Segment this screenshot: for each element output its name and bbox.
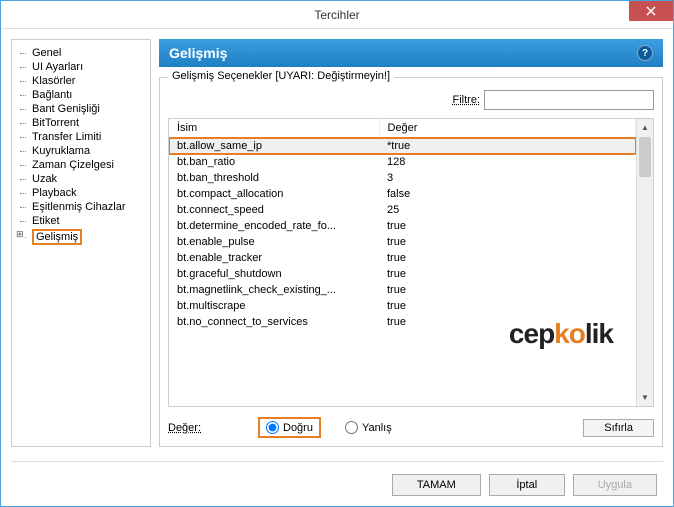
tree-item[interactable]: UI Ayarları bbox=[12, 60, 150, 74]
close-button[interactable] bbox=[629, 1, 673, 21]
scroll-up-icon[interactable]: ▲ bbox=[637, 119, 653, 136]
scroll-down-icon[interactable]: ▼ bbox=[637, 389, 653, 406]
tree-item-label: Transfer Limiti bbox=[32, 131, 101, 143]
cell-value: true bbox=[379, 250, 636, 266]
cell-value: true bbox=[379, 314, 636, 330]
table-row[interactable]: bt.ban_ratio128 bbox=[169, 154, 636, 170]
tree-item-label: Eşitlenmiş Cihazlar bbox=[32, 201, 126, 213]
panel-title: Gelişmiş bbox=[169, 45, 227, 61]
table-row[interactable]: bt.enable_pulsetrue bbox=[169, 234, 636, 250]
tree-item[interactable]: Eşitlenmiş Cihazlar bbox=[12, 200, 150, 214]
table-row[interactable]: bt.graceful_shutdowntrue bbox=[169, 266, 636, 282]
footer-divider bbox=[11, 461, 663, 462]
panel-header: Gelişmiş ? bbox=[159, 39, 663, 67]
tree-item[interactable]: Genel bbox=[12, 46, 150, 60]
cancel-button[interactable]: İptal bbox=[489, 474, 565, 496]
cell-value: true bbox=[379, 218, 636, 234]
table-row[interactable]: bt.no_connect_to_servicestrue bbox=[169, 314, 636, 330]
help-icon[interactable]: ? bbox=[637, 45, 653, 61]
scrollbar[interactable]: ▲ ▼ bbox=[636, 119, 653, 406]
radio-true[interactable]: Doğru bbox=[266, 421, 313, 434]
cell-value: true bbox=[379, 298, 636, 314]
tree-item[interactable]: Kuyruklama bbox=[12, 144, 150, 158]
cell-value: 128 bbox=[379, 154, 636, 170]
value-label: Değer: bbox=[168, 422, 248, 434]
tree-item-label: Zaman Çizelgesi bbox=[32, 159, 114, 171]
reset-button[interactable]: Sıfırla bbox=[583, 419, 654, 437]
fieldset-legend: Gelişmiş Seçenekler [UYARI: Değiştirmeyi… bbox=[168, 70, 394, 82]
apply-button[interactable]: Uygula bbox=[573, 474, 657, 496]
cell-name: bt.no_connect_to_services bbox=[169, 314, 379, 330]
table-row[interactable]: bt.determine_encoded_rate_fo...true bbox=[169, 218, 636, 234]
tree-item-label: Bant Genişliği bbox=[32, 103, 100, 115]
table-row[interactable]: bt.ban_threshold3 bbox=[169, 170, 636, 186]
table-row[interactable]: bt.multiscrapetrue bbox=[169, 298, 636, 314]
tree-item[interactable]: Bant Genişliği bbox=[12, 102, 150, 116]
cell-value: *true bbox=[379, 138, 636, 155]
tree-item-label: Bağlantı bbox=[32, 89, 72, 101]
cell-value: 3 bbox=[379, 170, 636, 186]
table-row[interactable]: bt.allow_same_ip*true bbox=[169, 138, 636, 155]
tree-item[interactable]: Zaman Çizelgesi bbox=[12, 158, 150, 172]
column-name[interactable]: İsim bbox=[169, 119, 379, 138]
tree-item[interactable]: Transfer Limiti bbox=[12, 130, 150, 144]
tree-item[interactable]: Bağlantı bbox=[12, 88, 150, 102]
cell-name: bt.compact_allocation bbox=[169, 186, 379, 202]
cell-name: bt.determine_encoded_rate_fo... bbox=[169, 218, 379, 234]
cell-name: bt.enable_pulse bbox=[169, 234, 379, 250]
settings-table[interactable]: İsim Değer bt.allow_same_ip*truebt.ban_r… bbox=[169, 119, 636, 330]
table-row[interactable]: bt.enable_trackertrue bbox=[169, 250, 636, 266]
cell-value: true bbox=[379, 266, 636, 282]
column-value[interactable]: Değer bbox=[379, 119, 636, 138]
tree-item[interactable]: Playback bbox=[12, 186, 150, 200]
cell-value: true bbox=[379, 282, 636, 298]
filter-label: Filtre: bbox=[453, 94, 481, 106]
cell-value: 25 bbox=[379, 202, 636, 218]
cell-name: bt.ban_threshold bbox=[169, 170, 379, 186]
tree-item[interactable]: BitTorrent bbox=[12, 116, 150, 130]
radio-true-input[interactable] bbox=[266, 421, 279, 434]
radio-false[interactable]: Yanlış bbox=[345, 421, 392, 434]
table-row[interactable]: bt.connect_speed25 bbox=[169, 202, 636, 218]
tree-item-label: Genel bbox=[32, 47, 61, 59]
category-tree[interactable]: Genel UI Ayarları Klasörler Bağlantı Bant Ge… bbox=[11, 39, 151, 447]
radio-false-input[interactable] bbox=[345, 421, 358, 434]
tree-item-label: Uzak bbox=[32, 173, 57, 185]
settings-table-container: İsim Değer bt.allow_same_ip*truebt.ban_r… bbox=[168, 118, 654, 407]
tree-item-label: Kuyruklama bbox=[32, 145, 90, 157]
cell-name: bt.allow_same_ip bbox=[169, 138, 379, 155]
cell-name: bt.ban_ratio bbox=[169, 154, 379, 170]
tree-item-label: UI Ayarları bbox=[32, 61, 83, 73]
tree-item-label: Gelişmiş bbox=[32, 229, 82, 245]
cell-name: bt.connect_speed bbox=[169, 202, 379, 218]
ok-button[interactable]: TAMAM bbox=[392, 474, 481, 496]
cell-name: bt.multiscrape bbox=[169, 298, 379, 314]
tree-item[interactable]: Etiket bbox=[12, 214, 150, 228]
table-row[interactable]: bt.compact_allocationfalse bbox=[169, 186, 636, 202]
cell-name: bt.magnetlink_check_existing_... bbox=[169, 282, 379, 298]
cell-value: true bbox=[379, 234, 636, 250]
tree-item-label: Playback bbox=[32, 187, 77, 199]
table-row[interactable]: bt.magnetlink_check_existing_...true bbox=[169, 282, 636, 298]
tree-item-label: Klasörler bbox=[32, 75, 75, 87]
window-title: Tercihler bbox=[1, 8, 673, 22]
cell-value: false bbox=[379, 186, 636, 202]
scroll-thumb[interactable] bbox=[639, 137, 651, 177]
cell-name: bt.graceful_shutdown bbox=[169, 266, 379, 282]
filter-input[interactable] bbox=[484, 90, 654, 110]
tree-item-label: Etiket bbox=[32, 215, 60, 227]
close-icon bbox=[646, 6, 656, 16]
tree-item-label: BitTorrent bbox=[32, 117, 79, 129]
cell-name: bt.enable_tracker bbox=[169, 250, 379, 266]
titlebar: Tercihler bbox=[1, 1, 673, 29]
tree-item[interactable]: Gelişmiş bbox=[12, 228, 150, 246]
tree-item[interactable]: Klasörler bbox=[12, 74, 150, 88]
tree-item[interactable]: Uzak bbox=[12, 172, 150, 186]
advanced-fieldset: Gelişmiş Seçenekler [UYARI: Değiştirmeyi… bbox=[159, 77, 663, 447]
